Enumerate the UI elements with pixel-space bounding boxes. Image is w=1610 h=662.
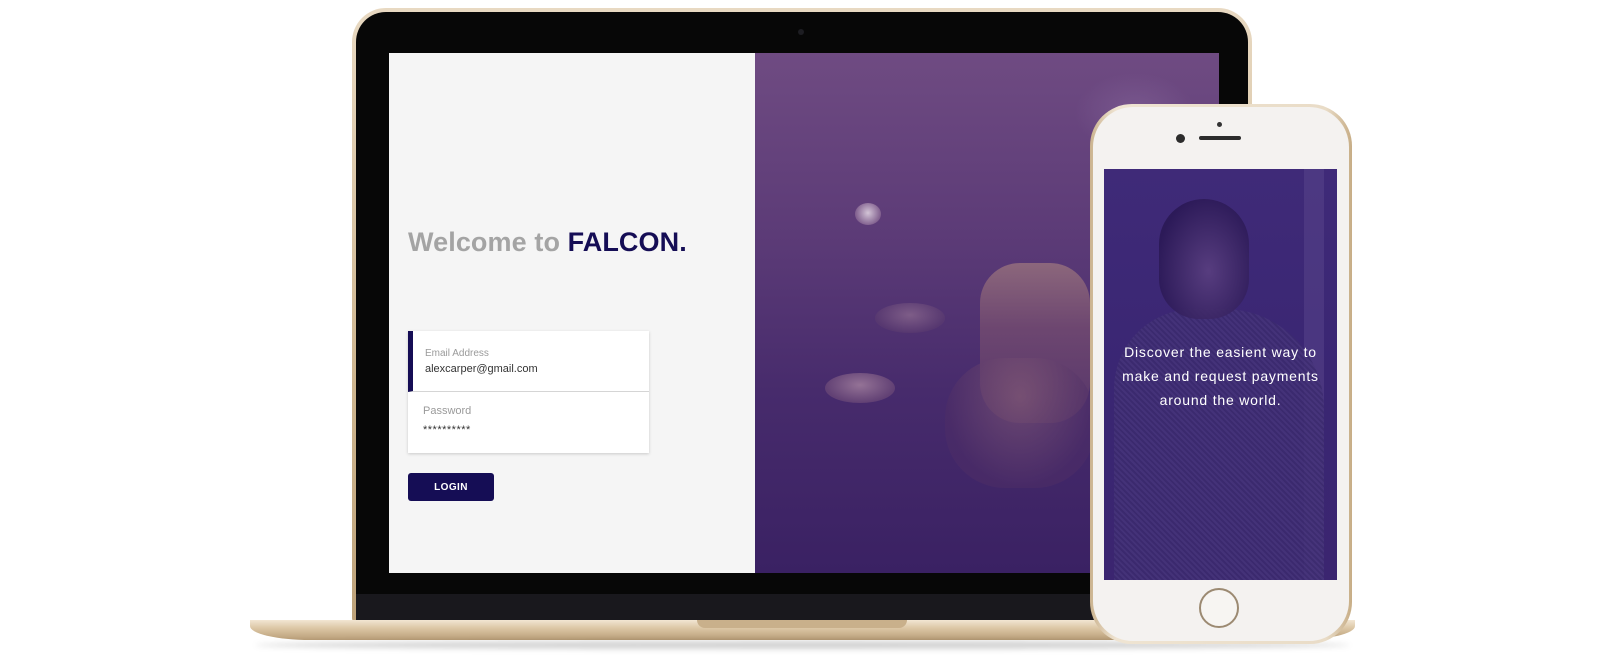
home-button[interactable] bbox=[1199, 588, 1239, 628]
phone-earpiece bbox=[1199, 136, 1241, 140]
tagline-line: around the world. bbox=[1159, 392, 1282, 408]
password-input[interactable] bbox=[423, 424, 633, 436]
phone-sensor bbox=[1217, 122, 1222, 127]
phone-tagline: Discover the easient way to make and req… bbox=[1104, 340, 1337, 412]
login-button[interactable]: LOGIN bbox=[408, 473, 494, 501]
email-field: Email Address bbox=[408, 331, 649, 392]
laptop-base-notch bbox=[697, 620, 907, 628]
welcome-prefix: Welcome to bbox=[408, 227, 561, 257]
password-field: Password bbox=[408, 392, 649, 453]
login-form: Email Address Password bbox=[408, 331, 649, 453]
laptop-camera bbox=[798, 29, 804, 35]
tagline-line: make and request payments bbox=[1122, 368, 1319, 384]
email-label: Email Address bbox=[425, 348, 489, 359]
brand-name: FALCON. bbox=[567, 227, 687, 257]
login-panel: Welcome to FALCON. Email Address Passwor… bbox=[389, 53, 755, 573]
photo-coin bbox=[875, 303, 945, 333]
phone-screen: Discover the easient way to make and req… bbox=[1104, 169, 1337, 580]
photo-person-head bbox=[1159, 199, 1249, 319]
photo-coin-stack bbox=[945, 358, 1095, 488]
phone-camera bbox=[1176, 134, 1185, 143]
photo-highlight bbox=[855, 203, 881, 225]
tagline-line: Discover the easient way to bbox=[1124, 344, 1317, 360]
welcome-heading: Welcome to FALCON. bbox=[408, 227, 687, 258]
password-label: Password bbox=[423, 405, 472, 417]
email-input[interactable] bbox=[425, 363, 635, 375]
photo-coin bbox=[825, 373, 895, 403]
